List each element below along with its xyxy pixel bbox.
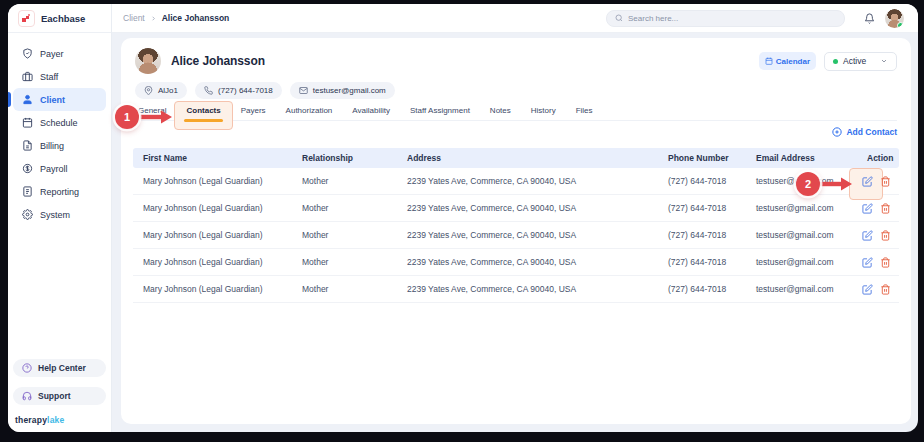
trash-icon	[880, 230, 891, 241]
calendar-icon	[22, 117, 33, 128]
eachbase-logo-icon	[18, 10, 35, 27]
edit-contact-button[interactable]	[862, 176, 873, 187]
shield-icon	[22, 48, 33, 59]
user-avatar[interactable]	[885, 9, 904, 28]
annotation-arrow-1	[140, 110, 172, 124]
client-email-badge: testuser@gmail.com	[290, 82, 395, 99]
plus-circle-icon	[832, 127, 842, 137]
calendar-button[interactable]: Calendar	[759, 52, 816, 70]
tab-availability[interactable]: Availability	[352, 105, 390, 116]
annotation-step-2: 2	[796, 172, 820, 196]
edit-icon	[862, 230, 873, 241]
delete-contact-button[interactable]	[880, 230, 891, 241]
location-icon	[144, 86, 153, 95]
therapylake-logo: therapylake	[13, 415, 106, 425]
sidebar-item-payroll[interactable]: Payroll	[13, 157, 106, 180]
delete-contact-button[interactable]	[880, 257, 891, 268]
edit-icon	[862, 203, 873, 214]
sidebar-item-schedule[interactable]: Schedule	[13, 111, 106, 134]
sidebar-header: Eachbase	[8, 4, 111, 33]
delete-contact-button[interactable]	[880, 176, 891, 187]
table-row: Mary Johnson (Legal Guardian) Mother 223…	[133, 249, 899, 276]
sidebar-item-client[interactable]: Client	[13, 88, 106, 111]
tab-staff-assignment[interactable]: Staff Assignment	[410, 105, 470, 116]
sidebar-item-reporting[interactable]: Reporting	[13, 180, 106, 203]
brand-name: Eachbase	[41, 13, 85, 24]
breadcrumb-current: Alice Johansson	[162, 13, 230, 23]
coins-icon	[22, 163, 33, 174]
support-button[interactable]: Support	[13, 387, 106, 405]
client-badges: AlJo1 (727) 644-7018 testuser@gmail.com	[135, 82, 897, 99]
headset-icon	[22, 391, 32, 401]
edit-contact-button[interactable]	[862, 230, 873, 241]
sidebar-item-billing[interactable]: Billing	[13, 134, 106, 157]
client-phone-badge: (727) 644-7018	[195, 82, 282, 99]
breadcrumb: Client Alice Johansson	[123, 13, 229, 23]
chevron-down-icon	[880, 57, 888, 65]
tab-payers[interactable]: Payers	[241, 105, 266, 116]
breadcrumb-parent[interactable]: Client	[123, 13, 145, 23]
table-row: Mary Johnson (Legal Guardian) Mother 223…	[133, 276, 899, 303]
topbar: Client Alice Johansson	[112, 4, 918, 33]
help-icon	[22, 363, 32, 373]
sidebar: Eachbase Payer Staff Client Schedule Bil…	[8, 4, 112, 432]
edit-icon	[862, 284, 873, 295]
sidebar-item-staff[interactable]: Staff	[13, 65, 106, 88]
phone-icon	[204, 86, 213, 95]
table-row: Mary Johnson (Legal Guardian) Mother 223…	[133, 195, 899, 222]
client-avatar	[135, 48, 161, 74]
client-id-badge: AlJo1	[135, 82, 187, 99]
tab-history[interactable]: History	[531, 105, 556, 116]
add-contact-button[interactable]: Add Contact	[832, 127, 897, 137]
trash-icon	[880, 257, 891, 268]
contacts-table: First Name Relationship Address Phone Nu…	[133, 148, 899, 303]
client-header: Alice Johansson Calendar Active	[135, 48, 897, 74]
client-card: Alice Johansson Calendar Active	[121, 38, 911, 424]
table-header: First Name Relationship Address Phone Nu…	[133, 148, 899, 168]
status-dropdown[interactable]: Active	[824, 52, 897, 71]
person-icon	[22, 94, 33, 105]
table-row: Mary Johnson (Legal Guardian) Mother 223…	[133, 168, 899, 195]
annotation-arrow-2	[820, 177, 852, 191]
client-tabs: General Contacts Payers Authorization Av…	[135, 101, 897, 121]
app-window: Eachbase Payer Staff Client Schedule Bil…	[8, 4, 918, 432]
tab-files[interactable]: Files	[576, 105, 593, 116]
trash-icon	[880, 176, 891, 187]
trash-icon	[880, 203, 891, 214]
client-name: Alice Johansson	[171, 54, 265, 68]
briefcase-icon	[22, 71, 33, 82]
trash-icon	[880, 284, 891, 295]
edit-contact-button[interactable]	[862, 203, 873, 214]
receipt-icon	[22, 140, 33, 151]
tab-contacts[interactable]: Contacts	[186, 105, 220, 116]
notification-bell-icon[interactable]	[864, 13, 875, 24]
help-center-button[interactable]: Help Center	[13, 359, 106, 377]
sidebar-item-system[interactable]: System	[13, 203, 106, 226]
mail-icon	[299, 86, 308, 95]
sidebar-item-payer[interactable]: Payer	[13, 42, 106, 65]
tab-authorization[interactable]: Authorization	[286, 105, 333, 116]
edit-icon	[862, 176, 873, 187]
document-icon	[22, 186, 33, 197]
chevron-right-icon	[150, 15, 157, 22]
search-box[interactable]	[606, 10, 845, 27]
annotation-step-1: 1	[115, 105, 139, 129]
gear-icon	[22, 209, 33, 220]
sidebar-nav: Payer Staff Client Schedule Billing Payr…	[8, 33, 111, 226]
tab-notes[interactable]: Notes	[490, 105, 511, 116]
calendar-icon	[765, 57, 773, 65]
sidebar-footer: Help Center Support therapylake	[8, 359, 111, 432]
table-row: Mary Johnson (Legal Guardian) Mother 223…	[133, 222, 899, 249]
edit-contact-button[interactable]	[862, 284, 873, 295]
edit-contact-button[interactable]	[862, 257, 873, 268]
topbar-right	[606, 9, 904, 28]
delete-contact-button[interactable]	[880, 284, 891, 295]
search-input[interactable]	[628, 14, 836, 23]
status-dot-icon	[833, 59, 838, 64]
search-icon	[615, 14, 623, 22]
edit-icon	[862, 257, 873, 268]
delete-contact-button[interactable]	[880, 203, 891, 214]
